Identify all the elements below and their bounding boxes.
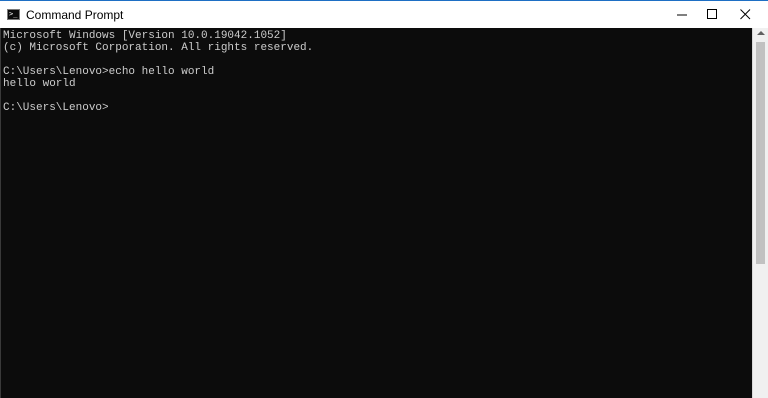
console-line-version: Microsoft Windows [Version 10.0.19042.10… xyxy=(3,30,287,42)
cmd-icon-glyph: >_ xyxy=(9,10,18,18)
minimize-icon xyxy=(677,14,687,16)
title-bar[interactable]: >_ Command Prompt xyxy=(0,1,768,28)
scroll-thumb[interactable] xyxy=(756,42,765,264)
console-output[interactable]: Microsoft Windows [Version 10.0.19042.10… xyxy=(0,28,752,398)
scroll-up-arrow-icon[interactable] xyxy=(757,31,765,35)
console-line-prompt: C:\Users\Lenovo> xyxy=(3,102,109,114)
window-title: Command Prompt xyxy=(26,8,124,22)
console-line-command: C:\Users\Lenovo>echo hello world xyxy=(3,66,215,78)
close-button[interactable] xyxy=(722,1,768,28)
close-icon xyxy=(740,9,751,20)
command-prompt-window: >_ Command Prompt Microsoft Windows [Ver… xyxy=(0,0,768,398)
vertical-scrollbar[interactable] xyxy=(752,28,768,398)
console-line-output: hello world xyxy=(3,78,76,90)
console-line-copyright: (c) Microsoft Corporation. All rights re… xyxy=(3,42,314,54)
maximize-icon xyxy=(707,9,717,19)
cmd-icon[interactable]: >_ xyxy=(7,9,20,20)
